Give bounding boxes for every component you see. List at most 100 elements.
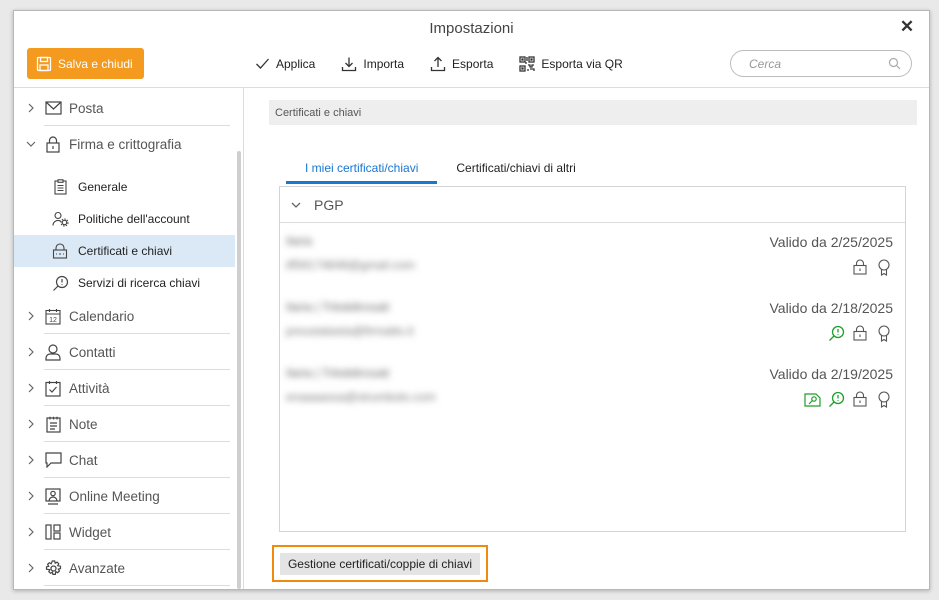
download-icon: [342, 57, 357, 71]
tab-my-certificates[interactable]: I miei certificati/chiavi: [286, 152, 438, 184]
sidebar-item-label: Posta: [69, 100, 104, 116]
settings-sidebar: Posta Firma e crittografia Generale Poli…: [14, 88, 244, 589]
key-owner-email: preustatasta@firmatto.it: [286, 324, 414, 338]
key-row[interactable]: Ilaria | Tritobilirosati preustatasta@fi…: [280, 290, 905, 352]
chevron-right-icon: [14, 103, 44, 113]
sidebar-item-firma-crittografia[interactable]: Firma e crittografia: [14, 126, 230, 162]
sidebar-item-label: Widget: [69, 524, 112, 540]
toolbar: Salva e chiudi Applica Importa Esporta E…: [14, 45, 929, 87]
certificate-badge-icon: [875, 324, 893, 342]
key-row[interactable]: Ilaria ilf59174848@gmail.com Valido da 2…: [280, 224, 905, 286]
close-icon[interactable]: ✕: [895, 15, 919, 39]
chevron-right-icon: [14, 311, 44, 321]
sidebar-subitem-servizi[interactable]: Servizi di ricerca chiavi: [14, 267, 235, 299]
upload-icon: [430, 56, 446, 71]
key-validity: Valido da 2/18/2025: [769, 300, 893, 316]
lock-icon: [851, 258, 869, 276]
key-row[interactable]: Ilaria | Tritobilirosati enaaaassa@strum…: [280, 356, 905, 418]
lock-icon: [851, 324, 869, 342]
section-title: Certificati e chiavi: [269, 100, 917, 125]
key-search-green-icon: [827, 324, 845, 342]
key-owner-name: Ilaria | Tritobilirosati: [286, 366, 390, 380]
sidebar-item-posta[interactable]: Posta: [14, 90, 230, 126]
key-search-icon: [51, 274, 69, 292]
save-icon: [36, 56, 52, 71]
lock-icon: [44, 135, 62, 153]
key-search-green-icon: [827, 390, 845, 408]
sidebar-item-calendario[interactable]: 12 Calendario: [14, 298, 230, 334]
certificate-badge-icon: [875, 390, 893, 408]
sidebar-item-widget[interactable]: Widget: [14, 514, 230, 550]
tab-others-certificates[interactable]: Certificati/chiavi di altri: [437, 152, 594, 184]
sidebar-item-label: Calendario: [69, 308, 135, 324]
import-button[interactable]: Importa: [341, 56, 404, 72]
sidebar-item-label: Contatti: [69, 344, 116, 360]
qr-code-icon: [519, 55, 536, 72]
video-meeting-icon: [44, 487, 62, 505]
sidebar-item-note[interactable]: Note: [14, 406, 230, 442]
signature-key-green-icon: [803, 390, 821, 408]
settings-window: Impostazioni ✕ Salva e chiudi Applica Im…: [13, 10, 930, 590]
chevron-down-icon: [291, 202, 301, 208]
import-label: Importa: [363, 56, 405, 71]
key-owner-email: ilf59174848@gmail.com: [286, 258, 415, 272]
sidebar-item-label: Online Meeting: [69, 488, 160, 504]
clipboard-icon: [51, 178, 69, 196]
widget-icon: [44, 523, 62, 541]
chat-bubble-icon: [44, 451, 62, 469]
person-icon: [44, 343, 62, 361]
apply-label: Applica: [276, 56, 316, 71]
calendar-icon: 12: [44, 307, 62, 325]
sidebar-item-label: Note: [69, 416, 98, 432]
sidebar-subitem-label: Generale: [78, 180, 128, 194]
export-qr-button[interactable]: Esporta via QR: [519, 55, 623, 72]
manage-certificates-button[interactable]: Gestione certificati/coppie di chiavi: [280, 553, 480, 575]
key-owner-name: Ilaria | Tritobilirosati: [286, 300, 390, 314]
chevron-right-icon: [14, 563, 44, 573]
sidebar-subitem-generale[interactable]: Generale: [14, 171, 235, 203]
export-button[interactable]: Esporta: [430, 56, 493, 72]
chevron-down-icon: [14, 140, 44, 148]
certificate-badge-icon: [875, 258, 893, 276]
sidebar-item-avanzate[interactable]: Avanzate: [14, 550, 230, 586]
note-icon: [44, 415, 62, 433]
export-qr-label: Esporta via QR: [541, 56, 623, 71]
sidebar-item-chat[interactable]: Chat: [14, 442, 230, 478]
save-and-close-button[interactable]: Salva e chiudi: [27, 48, 144, 79]
apply-button[interactable]: Applica: [255, 56, 315, 71]
sidebar-subitem-politiche[interactable]: Politiche dell'account: [14, 203, 235, 235]
chevron-right-icon: [14, 527, 44, 537]
chevron-right-icon: [14, 347, 44, 357]
key-validity: Valido da 2/19/2025: [769, 366, 893, 382]
lock-password-icon: [51, 242, 69, 260]
search-input[interactable]: [749, 56, 869, 71]
certificate-list: PGP Ilaria ilf59174848@gmail.com Valido …: [279, 186, 906, 532]
lock-icon: [851, 390, 869, 408]
key-owner-name: Ilaria: [286, 234, 313, 248]
key-validity: Valido da 2/25/2025: [769, 234, 893, 250]
key-owner-email: enaaaassa@strumbolo.com: [286, 390, 436, 404]
sidebar-item-label: Avanzate: [69, 560, 126, 576]
gear-icon: [44, 559, 62, 577]
task-check-icon: [44, 379, 62, 397]
search-box: [730, 50, 912, 77]
manage-button-highlight: Gestione certificati/coppie di chiavi: [272, 545, 488, 582]
sidebar-item-online-meeting[interactable]: Online Meeting: [14, 478, 230, 514]
sidebar-subitem-certificati[interactable]: Certificati e chiavi: [14, 235, 235, 267]
sidebar-scrollbar[interactable]: [237, 151, 241, 589]
sidebar-item-attivita[interactable]: Attività: [14, 370, 230, 406]
chevron-right-icon: [14, 491, 44, 501]
svg-text:12: 12: [49, 317, 57, 324]
content-panel: Certificati e chiavi I miei certificati/…: [245, 88, 929, 589]
chevron-right-icon: [14, 455, 44, 465]
sidebar-subitem-label: Certificati e chiavi: [78, 244, 173, 258]
pgp-group-header[interactable]: PGP: [280, 187, 905, 223]
sidebar-item-label: Attività: [69, 380, 110, 396]
certificate-tabs: I miei certificati/chiavi Certificati/ch…: [286, 152, 595, 184]
sidebar-item-contatti[interactable]: Contatti: [14, 334, 230, 370]
title-bar: Impostazioni ✕: [14, 11, 929, 45]
search-icon[interactable]: [888, 57, 901, 70]
sidebar-item-label: Chat: [69, 452, 98, 468]
checkmark-icon: [256, 58, 269, 69]
sidebar-item-label: Firma e crittografia: [69, 136, 182, 152]
